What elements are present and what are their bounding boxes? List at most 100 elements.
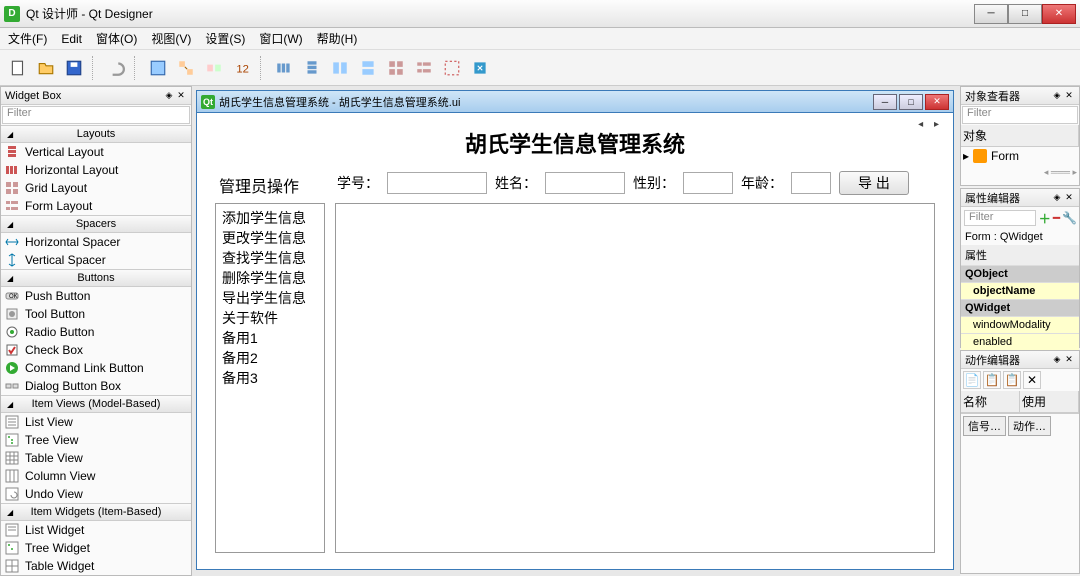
widget-commandlink[interactable]: Command Link Button [1,359,191,377]
menu-add[interactable]: 添加学生信息 [222,208,318,228]
menu-form[interactable]: 窗体(O) [96,30,137,47]
close-button[interactable]: ✕ [1042,4,1076,24]
menu-spare1[interactable]: 备用1 [222,328,318,348]
dock-float-icon[interactable]: ◈ [1051,354,1063,366]
layout-hsplit-icon[interactable] [328,56,352,80]
widget-horizontal-layout[interactable]: Horizontal Layout [1,161,191,179]
widget-dialogbuttonbox[interactable]: Dialog Button Box [1,377,191,395]
menu-update[interactable]: 更改学生信息 [222,228,318,248]
save-icon[interactable] [62,56,86,80]
object-row-form[interactable]: ▸Form [961,147,1079,165]
widget-form-layout[interactable]: Form Layout [1,197,191,215]
menu-export[interactable]: 导出学生信息 [222,288,318,308]
widget-filter-input[interactable]: Filter [2,106,190,124]
signal-slot-tab[interactable]: 信号… [963,416,1006,436]
add-prop-icon[interactable]: ＋ [1039,210,1051,227]
dock-float-icon[interactable]: ◈ [1051,192,1063,204]
id-input[interactable] [387,172,487,194]
layout-form-icon[interactable] [412,56,436,80]
widget-vertical-layout[interactable]: Vertical Layout [1,143,191,161]
copy-action-icon[interactable]: 📋 [983,371,1001,389]
menu-search[interactable]: 查找学生信息 [222,248,318,268]
widget-listview[interactable]: List View [1,413,191,431]
action-tab[interactable]: 动作… [1008,416,1051,436]
prop-qobject[interactable]: QObject [961,266,1079,283]
widget-toolbutton[interactable]: Tool Button [1,305,191,323]
category-itemviews[interactable]: ◢Item Views (Model-Based) [1,395,191,413]
widget-undoview[interactable]: Undo View [1,485,191,503]
remove-prop-icon[interactable]: ━ [1053,211,1060,225]
new-file-icon[interactable] [6,56,30,80]
minimize-button[interactable]: ─ [974,4,1008,24]
form-window-titlebar[interactable]: Qt 胡氏学生信息管理系统 - 胡氏学生信息管理系统.ui ─ □ ✕ [197,91,953,113]
adjust-size-icon[interactable] [468,56,492,80]
prop-filter-input[interactable]: Filter [964,210,1036,226]
mdi-minimize-button[interactable]: ─ [873,94,897,110]
dock-float-icon[interactable]: ◈ [1051,90,1063,102]
widget-grid-layout[interactable]: Grid Layout [1,179,191,197]
layout-h-icon[interactable] [272,56,296,80]
signals-slots-icon[interactable] [174,56,198,80]
dock-close-icon[interactable]: ✕ [1063,90,1075,102]
menu-spare3[interactable]: 备用3 [222,368,318,388]
buddies-icon[interactable] [202,56,226,80]
dock-close-icon[interactable]: ✕ [1063,354,1075,366]
maximize-button[interactable]: □ [1008,4,1042,24]
category-spacers[interactable]: ◢Spacers [1,215,191,233]
widget-vspacer[interactable]: Vertical Spacer [1,251,191,269]
overflow-arrows-icon[interactable]: ◂ ▸ [918,119,943,130]
dock-close-icon[interactable]: ✕ [1063,192,1075,204]
menu-file[interactable]: 文件(F) [8,30,47,47]
menu-settings[interactable]: 设置(S) [205,30,245,47]
menu-spare2[interactable]: 备用2 [222,348,318,368]
open-file-icon[interactable] [34,56,58,80]
new-action-icon[interactable]: 📄 [963,371,981,389]
widget-listwidget[interactable]: List Widget [1,521,191,539]
form-canvas[interactable]: ◂ ▸ 胡氏学生信息管理系统 管理员操作 学号： 姓名： 性别： 年龄： [197,113,953,569]
tab-order-icon[interactable]: 12 [230,56,254,80]
menu-help[interactable]: 帮助(H) [317,30,358,47]
prop-settings-icon[interactable]: 🔧 [1062,211,1077,225]
dock-close-icon[interactable]: ✕ [175,90,187,102]
widget-tablewidget[interactable]: Table Widget [1,557,191,575]
delete-action-icon[interactable]: ✕ [1023,371,1041,389]
menu-window[interactable]: 窗口(W) [259,30,302,47]
menu-view[interactable]: 视图(V) [151,30,191,47]
prop-qwidget[interactable]: QWidget [961,300,1079,317]
undo-icon[interactable] [104,56,128,80]
admin-menu-list[interactable]: 添加学生信息 更改学生信息 查找学生信息 删除学生信息 导出学生信息 关于软件 … [215,203,325,553]
edit-widgets-icon[interactable] [146,56,170,80]
menu-edit[interactable]: Edit [61,32,82,46]
layout-grid-icon[interactable] [384,56,408,80]
widget-treewidget[interactable]: Tree Widget [1,539,191,557]
widget-hspacer[interactable]: Horizontal Spacer [1,233,191,251]
sex-input[interactable] [683,172,733,194]
prop-windowmodality[interactable]: windowModality [961,317,1079,334]
paste-action-icon[interactable]: 📋 [1003,371,1021,389]
dock-float-icon[interactable]: ◈ [163,90,175,102]
mdi-close-button[interactable]: ✕ [925,94,949,110]
widget-pushbutton[interactable]: OKPush Button [1,287,191,305]
age-input[interactable] [791,172,831,194]
menu-delete[interactable]: 删除学生信息 [222,268,318,288]
menu-about[interactable]: 关于软件 [222,308,318,328]
name-input[interactable] [545,172,625,194]
prop-objectname[interactable]: objectName [961,283,1079,300]
widget-treeview[interactable]: Tree View [1,431,191,449]
category-buttons[interactable]: ◢Buttons [1,269,191,287]
mdi-maximize-button[interactable]: □ [899,94,923,110]
object-filter-input[interactable]: Filter [962,106,1078,124]
category-layouts[interactable]: ◢Layouts [1,125,191,143]
widget-checkbox[interactable]: Check Box [1,341,191,359]
category-itemwidgets[interactable]: ◢Item Widgets (Item-Based) [1,503,191,521]
widget-tableview[interactable]: Table View [1,449,191,467]
layout-vsplit-icon[interactable] [356,56,380,80]
break-layout-icon[interactable] [440,56,464,80]
export-button[interactable]: 导 出 [839,171,909,195]
student-table[interactable] [335,203,935,553]
prop-enabled[interactable]: enabled [961,334,1079,351]
widget-radiobutton[interactable]: Radio Button [1,323,191,341]
widget-list[interactable]: ◢Layouts Vertical Layout Horizontal Layo… [1,125,191,575]
layout-v-icon[interactable] [300,56,324,80]
widget-columnview[interactable]: Column View [1,467,191,485]
